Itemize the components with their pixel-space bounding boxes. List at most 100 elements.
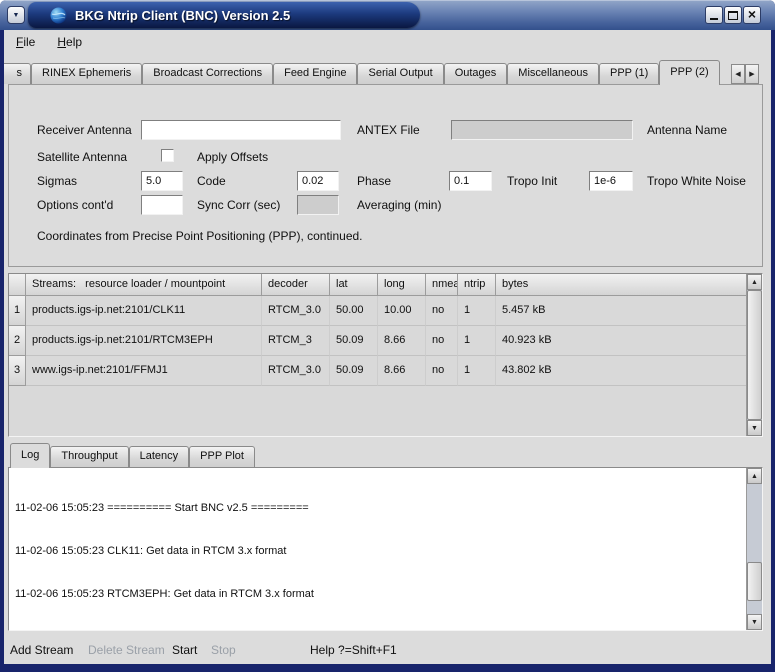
help-shortcut-label: Help ?=Shift+F1 (310, 643, 397, 657)
tab-scroll-left-button[interactable]: ◀ (731, 64, 745, 84)
cell-bytes: 40.923 kB (496, 326, 746, 356)
log-panel: 11-02-06 15:05:23 ========== Start BNC v… (8, 467, 763, 631)
tab-rinex-ephemeris[interactable]: RINEX Ephemeris (31, 63, 142, 84)
row-number: 2 (9, 326, 26, 356)
cell-mountpoint: www.igs-ip.net:2101/FFMJ1 (26, 356, 262, 386)
tab-ppp-plot[interactable]: PPP Plot (189, 446, 255, 467)
averaging-label: Averaging (min) (357, 198, 441, 212)
row-number: 3 (9, 356, 26, 386)
cell-decoder: RTCM_3.0 (262, 296, 330, 326)
sync-corr-input[interactable] (297, 195, 339, 215)
window-title: BKG Ntrip Client (BNC) Version 2.5 (75, 8, 290, 23)
header-nmea: nmea (426, 274, 458, 296)
tab-ppp-1[interactable]: PPP (1) (599, 63, 659, 84)
cell-lat: 50.00 (330, 296, 378, 326)
cell-bytes: 43.802 kB (496, 356, 746, 386)
log-line: 11-02-06 15:05:23 FFMJ1: Get data in RTC… (15, 629, 739, 630)
table-vertical-scrollbar[interactable]: ▲ ▼ (746, 274, 762, 436)
streams-table: Streams: resource loader / mountpoint de… (8, 273, 763, 437)
tab-miscellaneous[interactable]: Miscellaneous (507, 63, 599, 84)
tab-partial[interactable]: s (4, 63, 31, 84)
minimize-button[interactable] (705, 6, 723, 24)
cell-bytes: 5.457 kB (496, 296, 746, 326)
sync-corr-label: Sync Corr (sec) (197, 198, 280, 212)
tab-feed-engine[interactable]: Feed Engine (273, 63, 357, 84)
top-tab-bar: s RINEX Ephemeris Broadcast Corrections … (4, 58, 771, 84)
apply-offsets-label: Apply Offsets (197, 150, 268, 164)
receiver-antenna-input[interactable] (141, 120, 341, 140)
cell-long: 10.00 (378, 296, 426, 326)
scroll-thumb[interactable] (747, 562, 762, 601)
header-ntrip: ntrip (458, 274, 496, 296)
client-area: File Help s RINEX Ephemeris Broadcast Co… (4, 30, 771, 664)
scroll-track[interactable] (747, 290, 762, 420)
header-bytes: bytes (496, 274, 746, 296)
table-row[interactable]: 1 products.igs-ip.net:2101/CLK11 RTCM_3.… (9, 296, 746, 326)
apply-offsets-checkbox[interactable] (161, 149, 174, 162)
stop-button[interactable]: Stop (211, 643, 236, 657)
tropo-init-label: Tropo Init (507, 174, 557, 188)
start-button[interactable]: Start (172, 643, 197, 657)
table-row[interactable]: 2 products.igs-ip.net:2101/RTCM3EPH RTCM… (9, 326, 746, 356)
satellite-antenna-label: Satellite Antenna (37, 150, 127, 164)
minimize-icon (710, 18, 718, 20)
table-corner (9, 274, 26, 296)
cell-decoder: RTCM_3.0 (262, 356, 330, 386)
sigmas-input[interactable] (141, 171, 183, 191)
tab-scroll-right-button[interactable]: ▶ (745, 64, 759, 84)
options-contd-label: Options cont'd (37, 198, 113, 212)
phase-input[interactable] (449, 171, 492, 191)
menu-help[interactable]: Help (53, 33, 86, 51)
tab-ppp-2[interactable]: PPP (2) (659, 60, 719, 85)
antex-file-input[interactable] (451, 120, 633, 140)
options-contd-input[interactable] (141, 195, 183, 215)
cell-lat: 50.09 (330, 356, 378, 386)
log-text: 11-02-06 15:05:23 ========== Start BNC v… (9, 468, 745, 630)
phase-label: Phase (357, 174, 391, 188)
arrow-down-icon: ▼ (751, 619, 758, 626)
chevron-left-icon: ◀ (735, 70, 740, 78)
scroll-thumb[interactable] (747, 290, 762, 420)
header-long: long (378, 274, 426, 296)
arrow-up-icon: ▲ (751, 279, 758, 286)
scroll-up-button[interactable]: ▲ (747, 274, 762, 290)
tab-latency[interactable]: Latency (129, 446, 190, 467)
scroll-track[interactable] (747, 484, 762, 614)
add-stream-button[interactable]: Add Stream (10, 643, 73, 657)
titlebar[interactable]: ▼ BKG Ntrip Client (BNC) Version 2.5 (0, 0, 775, 30)
cell-nmea: no (426, 356, 458, 386)
antenna-name-label: Antenna Name (647, 123, 727, 137)
cell-mountpoint: products.igs-ip.net:2101/CLK11 (26, 296, 262, 326)
sigmas-label: Sigmas (37, 174, 77, 188)
row-number: 1 (9, 296, 26, 326)
window-menu-button[interactable]: ▼ (7, 6, 25, 24)
close-button[interactable]: × (743, 6, 761, 24)
menu-file[interactable]: File (12, 33, 39, 51)
tab-broadcast-corrections[interactable]: Broadcast Corrections (142, 63, 273, 84)
log-line: 11-02-06 15:05:23 ========== Start BNC v… (15, 501, 739, 515)
tab-log[interactable]: Log (10, 443, 50, 468)
tab-throughput[interactable]: Throughput (50, 446, 128, 467)
scroll-down-button[interactable]: ▼ (747, 614, 762, 630)
log-line: 11-02-06 15:05:23 RTCM3EPH: Get data in … (15, 587, 739, 601)
log-vertical-scrollbar[interactable]: ▲ ▼ (746, 468, 762, 630)
scroll-down-button[interactable]: ▼ (747, 420, 762, 436)
bnc-window: ▼ BKG Ntrip Client (BNC) Version 2.5 (0, 0, 775, 672)
tab-serial-output[interactable]: Serial Output (357, 63, 443, 84)
code-input[interactable] (297, 171, 339, 191)
arrow-down-icon: ▼ (751, 425, 758, 432)
delete-stream-button[interactable]: Delete Stream (88, 643, 165, 657)
table-row[interactable]: 3 www.igs-ip.net:2101/FFMJ1 RTCM_3.0 50.… (9, 356, 746, 386)
tropo-white-noise-label: Tropo White Noise (647, 174, 746, 188)
bnc-globe-icon (50, 7, 67, 24)
scroll-up-button[interactable]: ▲ (747, 468, 762, 484)
maximize-button[interactable] (724, 6, 742, 24)
header-decoder: decoder (262, 274, 330, 296)
bottom-tab-bar: Log Throughput Latency PPP Plot (4, 442, 771, 467)
cell-ntrip: 1 (458, 326, 496, 356)
cell-ntrip: 1 (458, 356, 496, 386)
tropo-init-input[interactable] (589, 171, 633, 191)
tab-outages[interactable]: Outages (444, 63, 508, 84)
arrow-up-icon: ▲ (751, 473, 758, 480)
menu-bar: File Help (4, 30, 771, 54)
